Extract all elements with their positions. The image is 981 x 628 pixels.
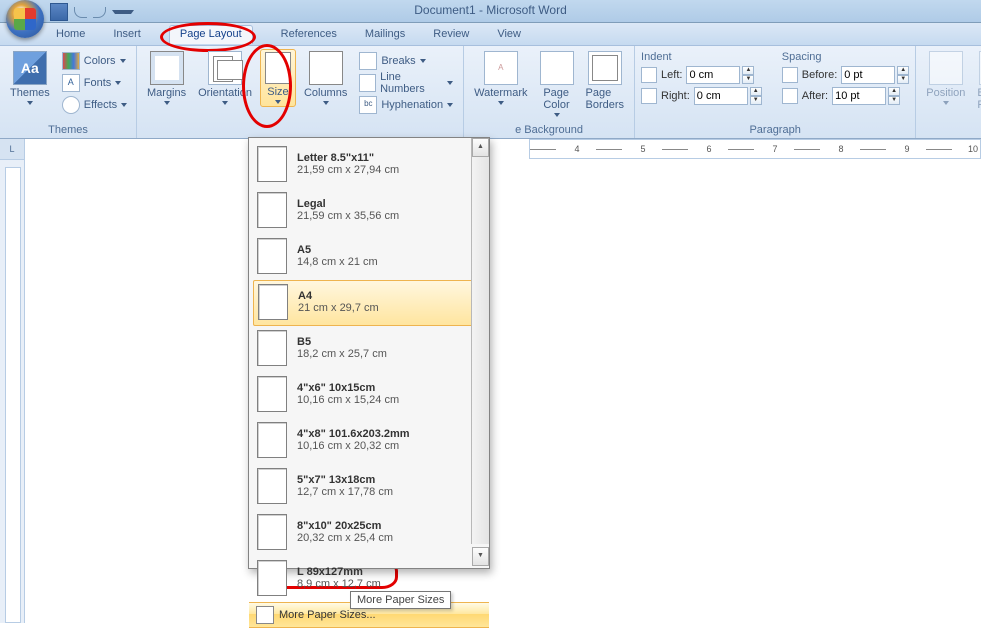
spacing-after-icon xyxy=(782,88,798,104)
paper-thumb-icon xyxy=(257,238,287,274)
orientation-icon xyxy=(208,51,242,85)
office-button[interactable] xyxy=(6,0,44,38)
watermark-icon: A xyxy=(484,51,518,85)
document-area: L 456789101112 xyxy=(0,139,981,623)
group-arrange: Position Bring to Front xyxy=(916,46,981,138)
paper-thumb-icon xyxy=(257,560,287,596)
group-page-background-label: e Background xyxy=(470,122,628,138)
colors-icon xyxy=(62,52,80,70)
indent-left-icon xyxy=(641,67,657,83)
theme-colors-button[interactable]: Colors xyxy=(58,51,131,71)
size-option-0[interactable]: Letter 8.5"x11"21,59 cm x 27,94 cm xyxy=(249,142,489,188)
tab-view[interactable]: View xyxy=(497,28,521,40)
line-numbers-icon xyxy=(359,74,376,92)
spacing-before-icon xyxy=(782,67,798,83)
watermark-button[interactable]: AWatermark xyxy=(470,49,531,107)
ribbon-tabs: Home Insert Page Layout References Maili… xyxy=(0,23,981,46)
horizontal-ruler: 456789101112 xyxy=(25,139,981,160)
page-color-icon xyxy=(540,51,574,85)
breaks-icon xyxy=(359,52,377,70)
spacing-after-label: After: xyxy=(802,90,828,102)
page-borders-button[interactable]: Page Borders xyxy=(582,49,629,113)
paper-thumb-icon xyxy=(257,468,287,504)
tab-page-layout[interactable]: Page Layout xyxy=(169,25,253,44)
size-option-6[interactable]: 4"x8" 101.6x203.2mm10,16 cm x 20,32 cm xyxy=(249,418,489,464)
tooltip-more-paper-sizes: More Paper Sizes xyxy=(350,591,451,609)
scroll-down-button[interactable]: ▼ xyxy=(472,547,489,566)
paper-thumb-icon xyxy=(257,514,287,550)
tab-review[interactable]: Review xyxy=(433,28,469,40)
size-button[interactable]: Size xyxy=(260,49,296,107)
theme-effects-button[interactable]: Effects xyxy=(58,95,131,115)
hyphenation-button[interactable]: bcHyphenation xyxy=(355,95,457,115)
page[interactable] xyxy=(25,159,981,623)
dropdown-scrollbar[interactable]: ▲ ▼ xyxy=(471,138,489,544)
size-option-2[interactable]: A514,8 cm x 21 cm xyxy=(249,234,489,280)
spacing-before-spinner[interactable]: ▲▼ xyxy=(841,66,909,84)
margins-icon xyxy=(150,51,184,85)
hyphenation-icon: bc xyxy=(359,96,377,114)
group-arrange-label xyxy=(922,134,981,138)
size-option-5[interactable]: 4"x6" 10x15cm10,16 cm x 15,24 cm xyxy=(249,372,489,418)
indent-header: Indent xyxy=(641,51,762,63)
window-title: Document1 - Microsoft Word xyxy=(0,3,981,17)
size-option-1[interactable]: Legal21,59 cm x 35,56 cm xyxy=(249,188,489,234)
bring-to-front-button[interactable]: Bring to Front xyxy=(973,49,981,113)
size-option-3[interactable]: A421 cm x 29,7 cm xyxy=(253,280,485,326)
themes-icon: Aa xyxy=(13,51,47,85)
indent-right-icon xyxy=(641,88,657,104)
group-page-background: AWatermark Page Color Page Borders e Bac… xyxy=(464,46,635,138)
group-paragraph-label: Paragraph xyxy=(641,122,909,138)
columns-icon xyxy=(309,51,343,85)
paper-thumb-icon xyxy=(257,422,287,458)
spacing-after-spinner[interactable]: ▲▼ xyxy=(832,87,900,105)
spacing-header: Spacing xyxy=(782,51,909,63)
position-button[interactable]: Position xyxy=(922,49,969,107)
paper-thumb-icon xyxy=(257,192,287,228)
position-icon xyxy=(929,51,963,85)
main-canvas[interactable]: 456789101112 xyxy=(25,139,981,623)
ruler-corner: L xyxy=(0,139,24,160)
columns-button[interactable]: Columns xyxy=(300,49,351,107)
page-borders-icon xyxy=(588,51,622,85)
vruler-track xyxy=(5,167,21,623)
size-option-7[interactable]: 5"x7" 13x18cm12,7 cm x 17,78 cm xyxy=(249,464,489,510)
size-option-4[interactable]: B518,2 cm x 25,7 cm xyxy=(249,326,489,372)
theme-fonts-button[interactable]: AFonts xyxy=(58,73,131,93)
indent-left-spinner[interactable]: ▲▼ xyxy=(686,66,754,84)
margins-button[interactable]: Margins xyxy=(143,49,190,107)
fonts-icon: A xyxy=(62,74,80,92)
indent-right-label: Right: xyxy=(661,90,690,102)
orientation-button[interactable]: Orientation xyxy=(194,49,256,107)
size-dropdown: Letter 8.5"x11"21,59 cm x 27,94 cmLegal2… xyxy=(248,137,490,569)
spacing-before-label: Before: xyxy=(802,69,837,81)
page-color-button[interactable]: Page Color xyxy=(536,49,578,119)
breaks-button[interactable]: Breaks xyxy=(355,51,457,71)
size-options-list: Letter 8.5"x11"21,59 cm x 27,94 cmLegal2… xyxy=(249,138,489,602)
line-numbers-button[interactable]: Line Numbers xyxy=(355,73,457,93)
tab-home[interactable]: Home xyxy=(56,28,85,40)
effects-icon xyxy=(62,96,80,114)
paper-thumb-icon xyxy=(257,376,287,412)
more-sizes-icon xyxy=(256,606,274,624)
group-page-setup: Margins Orientation Size Columns Breaks … xyxy=(137,46,464,138)
ribbon: Aa Themes Colors AFonts Effects Themes M… xyxy=(0,46,981,139)
group-themes-label: Themes xyxy=(6,122,130,138)
size-icon xyxy=(265,52,291,84)
hruler-visible: 456789101112 xyxy=(529,139,981,159)
tab-mailings[interactable]: Mailings xyxy=(365,28,405,40)
group-themes: Aa Themes Colors AFonts Effects Themes xyxy=(0,46,137,138)
paper-thumb-icon xyxy=(258,284,288,320)
paper-thumb-icon xyxy=(257,146,287,182)
paper-thumb-icon xyxy=(257,330,287,366)
indent-left-label: Left: xyxy=(661,69,682,81)
themes-button[interactable]: Aa Themes xyxy=(6,49,54,107)
size-option-8[interactable]: 8"x10" 20x25cm20,32 cm x 25,4 cm xyxy=(249,510,489,556)
scroll-up-button[interactable]: ▲ xyxy=(472,138,489,157)
tab-references[interactable]: References xyxy=(281,28,337,40)
quick-access-toolbar: Document1 - Microsoft Word xyxy=(0,0,981,23)
indent-right-spinner[interactable]: ▲▼ xyxy=(694,87,762,105)
group-paragraph: Indent Left: ▲▼ Right: ▲▼ Spacing Before… xyxy=(635,46,916,138)
vertical-ruler: L xyxy=(0,139,25,623)
